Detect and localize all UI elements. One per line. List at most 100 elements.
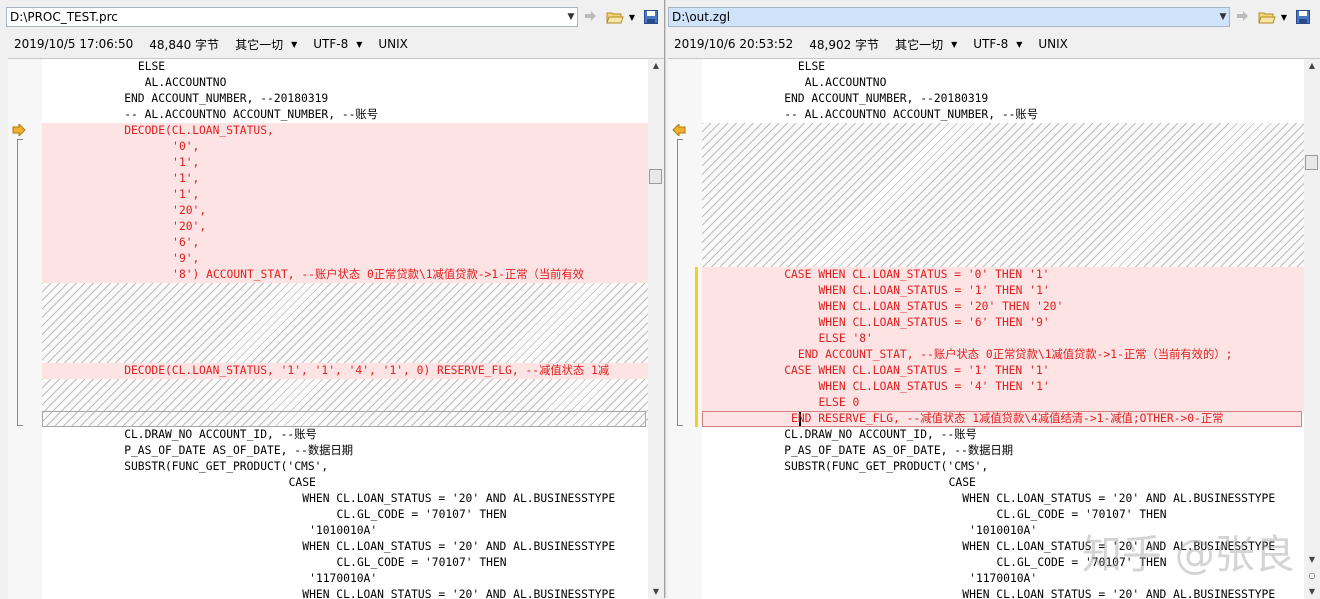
chevron-down-icon[interactable]: ▼: [1217, 12, 1229, 22]
code-line: WHEN CL.LOAN_STATUS = '20' AND AL.BUSINE…: [302, 588, 616, 599]
right-scroll-thumb[interactable]: [1305, 155, 1318, 170]
code-line: WHEN CL.LOAN_STATUS = '20' AND AL.BUSINE…: [302, 492, 616, 505]
code-line: END ACCOUNT_NUMBER, --20180319: [784, 92, 989, 105]
code-line: '1170010A': [309, 572, 378, 585]
chevron-down-icon: ▼: [356, 39, 363, 49]
left-path-row: D:\PROC_TEST.prc ▼ ▼: [6, 6, 662, 28]
code-line: '1010010A': [309, 524, 378, 537]
code-line: P_AS_OF_DATE AS_OF_DATE, --数据日期: [124, 444, 354, 457]
code-line: '1010010A': [969, 524, 1038, 537]
code-line: '1170010A': [969, 572, 1038, 585]
code-line: WHEN CL.LOAN_STATUS = '20' AND AL.BUSINE…: [302, 540, 616, 553]
current-line-box: [42, 411, 646, 427]
code-line: ELSE 0: [818, 396, 860, 409]
left-file-info: 2019/10/5 17:06:50 48,840 字节 其它一切 ▼ UTF-8…: [14, 35, 408, 53]
code-line: END ACCOUNT_STAT, --账户状态 0正常贷款\1减值贷款->1-…: [797, 348, 1233, 361]
right-path-row: D:\out.zgl ▼ ▼: [668, 6, 1314, 28]
watermark: 知乎 @张良: [1082, 532, 1295, 578]
code-line: CL.GL_CODE = '70107' THEN: [336, 556, 507, 569]
chevron-down-icon[interactable]: ▼: [1278, 7, 1290, 27]
change-marker-bar: [695, 267, 698, 427]
right-file-pane: D:\out.zgl ▼ ▼ 2019/10/6 20:53:52 48,902…: [666, 0, 1320, 599]
code-line: WHEN CL.LOAN_STATUS = '20' AND AL.BUSINE…: [962, 492, 1276, 505]
code-line: CASE: [288, 476, 316, 489]
code-line: -- AL.ACCOUNTNO ACCOUNT_NUMBER, --账号: [124, 108, 379, 121]
code-line: CASE WHEN CL.LOAN_STATUS = '1' THEN '1': [784, 364, 1050, 377]
chevron-down-icon[interactable]: ▼: [626, 7, 638, 27]
left-encoding-value: UTF-8: [313, 37, 349, 51]
left-editor[interactable]: ELSE AL.ACCOUNTNO END ACCOUNT_NUMBER, --20…: [8, 58, 664, 599]
code-line: '20',: [172, 220, 207, 233]
right-editor[interactable]: ELSE AL.ACCOUNTNO END ACCOUNT_NUMBER, --20…: [668, 58, 1320, 599]
code-line: '6',: [172, 236, 200, 249]
open-folder-icon[interactable]: [604, 7, 626, 27]
code-line: -- AL.ACCOUNTNO ACCOUNT_NUMBER, --账号: [784, 108, 1039, 121]
scroll-down-icon[interactable]: ▼: [1304, 585, 1320, 599]
right-vertical-scrollbar[interactable]: ▲ ▼ ○ ▼: [1304, 59, 1320, 599]
code-line: SUBSTR(FUNC_GET_PRODUCT('CMS',: [124, 460, 329, 473]
code-line: '1',: [172, 188, 200, 201]
code-line: ELSE: [137, 60, 166, 73]
code-line: WHEN CL.LOAN_STATUS = '20' THEN '20': [818, 300, 1064, 313]
chevron-down-icon: ▼: [1016, 39, 1023, 49]
left-encoding-select[interactable]: UTF-8 ▼: [313, 37, 362, 51]
left-line-ending[interactable]: UNIX: [378, 37, 408, 51]
circle-icon[interactable]: ○: [1304, 569, 1320, 583]
right-line-ending[interactable]: UNIX: [1038, 37, 1068, 51]
left-vertical-scrollbar[interactable]: ▲ ▼: [648, 59, 664, 599]
diff-range-bracket: [677, 139, 683, 426]
left-code-area: ELSE AL.ACCOUNTNO END ACCOUNT_NUMBER, --20…: [42, 59, 648, 599]
chevron-down-icon[interactable]: ▼: [565, 12, 577, 22]
code-line: WHEN CL.LOAN_STATUS = '1' THEN '1': [818, 284, 1050, 297]
left-gutter: [8, 59, 42, 599]
code-line: '1',: [172, 156, 200, 169]
chevron-down-icon: ▼: [951, 39, 958, 49]
right-format-select[interactable]: 其它一切 ▼: [895, 36, 957, 53]
left-path-text: D:\PROC_TEST.prc: [10, 10, 118, 24]
code-line: CL.DRAW_NO ACCOUNT_ID, --账号: [124, 428, 317, 441]
right-path-combobox[interactable]: D:\out.zgl ▼: [668, 7, 1230, 27]
code-line: SUBSTR(FUNC_GET_PRODUCT('CMS',: [784, 460, 989, 473]
left-format-select[interactable]: 其它一切 ▼: [235, 36, 297, 53]
save-icon[interactable]: [1292, 7, 1314, 27]
code-line: WHEN CL.LOAN_STATUS = '20' AND AL.BUSINE…: [962, 588, 1276, 599]
code-line: CL.GL_CODE = '70107' THEN: [996, 508, 1167, 521]
right-file-date: 2019/10/6 20:53:52: [674, 37, 794, 51]
code-line: CASE: [948, 476, 976, 489]
scroll-up-icon[interactable]: ▲: [1304, 59, 1320, 73]
diff-nav-arrow-icon[interactable]: [12, 122, 26, 139]
scroll-up-icon[interactable]: ▲: [648, 59, 664, 73]
code-line: AL.ACCOUNTNO: [144, 76, 227, 89]
code-line: '20',: [172, 204, 207, 217]
right-path-text: D:\out.zgl: [672, 10, 731, 24]
right-encoding-value: UTF-8: [973, 37, 1009, 51]
open-folder-icon[interactable]: [1256, 7, 1278, 27]
code-line: DECODE(CL.LOAN_STATUS, '1', '1', '4', '1…: [124, 364, 610, 377]
code-line: '9',: [172, 252, 200, 265]
diff-block: [42, 123, 648, 283]
code-line: END RESERVE_FLG, --减值状态 1减值贷款\4减值结清->1-减…: [791, 412, 1224, 425]
left-format-value: 其它一切: [235, 37, 284, 52]
reload-icon[interactable]: [580, 7, 602, 27]
save-icon[interactable]: [640, 7, 662, 27]
missing-lines-block: [702, 123, 1304, 267]
scroll-down-icon[interactable]: ▼: [648, 585, 664, 599]
code-line: CL.DRAW_NO ACCOUNT_ID, --账号: [784, 428, 977, 441]
right-file-info: 2019/10/6 20:53:52 48,902 字节 其它一切 ▼ UTF-8…: [674, 35, 1068, 53]
left-file-pane: D:\PROC_TEST.prc ▼ ▼ 2019/10/5 17:06:50 …: [0, 0, 664, 599]
right-format-value: 其它一切: [895, 37, 944, 52]
left-file-size: 48,840 字节: [149, 37, 220, 52]
code-line: P_AS_OF_DATE AS_OF_DATE, --数据日期: [784, 444, 1014, 457]
code-line: WHEN CL.LOAN_STATUS = '6' THEN '9': [818, 316, 1050, 329]
missing-lines-block: [42, 283, 648, 363]
scroll-down-icon[interactable]: ▼: [1304, 553, 1320, 567]
left-path-combobox[interactable]: D:\PROC_TEST.prc ▼: [6, 7, 578, 27]
code-line: ELSE: [797, 60, 826, 73]
code-line: '0',: [172, 140, 200, 153]
reload-icon[interactable]: [1232, 7, 1254, 27]
code-line: DECODE(CL.LOAN_STATUS,: [124, 124, 274, 137]
diff-nav-arrow-icon[interactable]: [672, 122, 686, 139]
chevron-down-icon: ▼: [291, 39, 298, 49]
left-scroll-thumb[interactable]: [649, 169, 662, 184]
right-encoding-select[interactable]: UTF-8 ▼: [973, 37, 1022, 51]
